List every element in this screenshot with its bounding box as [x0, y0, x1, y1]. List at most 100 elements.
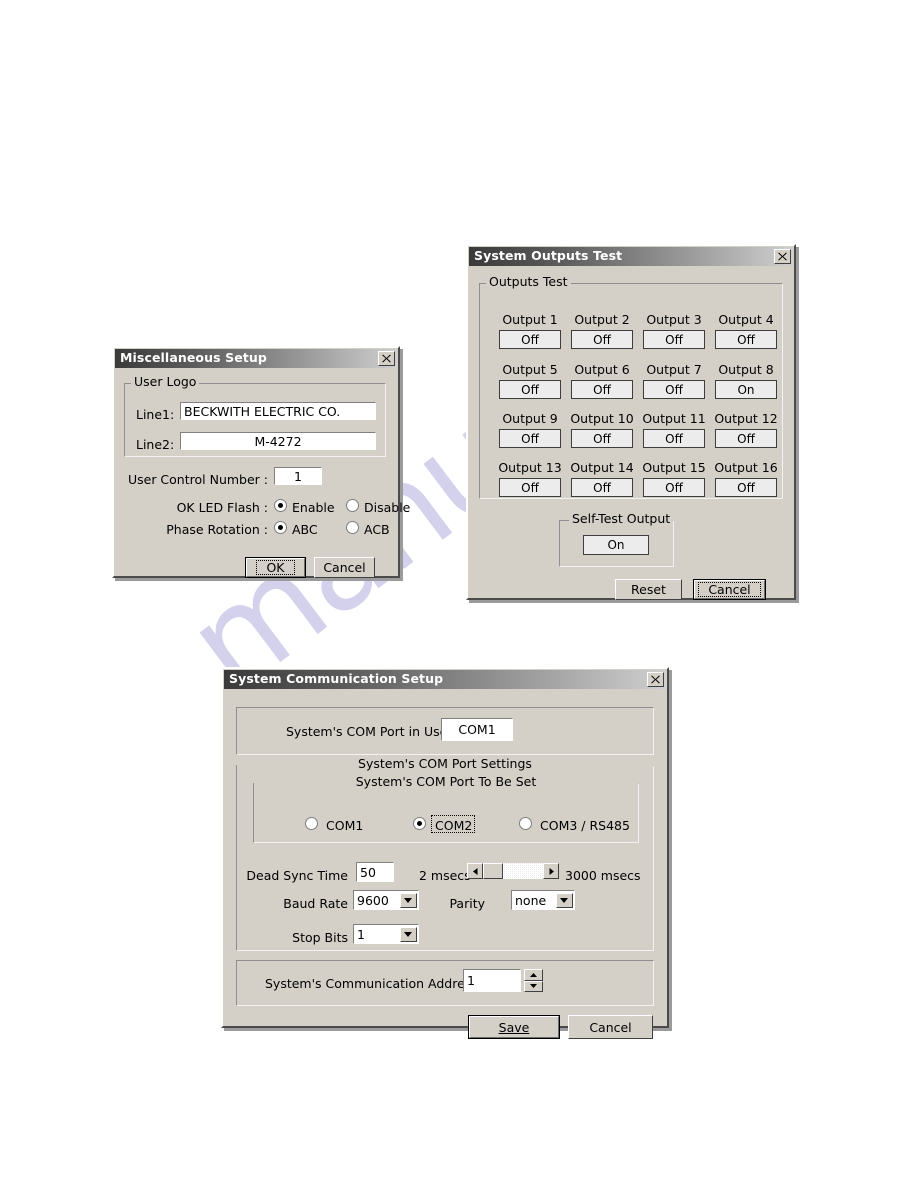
comm-address-label: System's Communication Address — [265, 976, 478, 991]
ok-led-enable-label[interactable]: Enable — [292, 501, 335, 515]
radio-com3-rs485-label[interactable]: COM3 / RS485 — [540, 819, 630, 833]
radio-com3-rs485[interactable] — [519, 817, 532, 830]
slider-right-arrow-icon[interactable] — [543, 863, 559, 879]
com-port-in-use-value: COM1 — [441, 718, 513, 741]
phase-acb-label[interactable]: ACB — [364, 523, 390, 537]
misc-cancel-button[interactable]: Cancel — [314, 557, 375, 578]
user-logo-legend: User Logo — [131, 375, 200, 389]
misc-title: Miscellaneous Setup — [120, 350, 267, 366]
comm-address-input[interactable]: 1 — [463, 969, 521, 992]
output-toggle-button[interactable]: Off — [571, 429, 633, 448]
system-outputs-test-dialog: System Outputs Test Outputs Test Output … — [466, 244, 796, 600]
output-label: Output 14 — [570, 460, 634, 475]
close-x-icon[interactable] — [378, 351, 395, 366]
radio-ok-led-disable[interactable] — [346, 499, 359, 512]
self-test-toggle-button[interactable]: On — [583, 535, 649, 555]
line2-input[interactable]: M-4272 — [180, 432, 376, 450]
output-toggle-button[interactable]: Off — [643, 429, 705, 448]
output-toggle-button[interactable]: Off — [571, 380, 633, 399]
output-toggle-button[interactable]: On — [715, 380, 777, 399]
output-toggle-button[interactable]: Off — [643, 478, 705, 497]
com-port-in-use-label: System's COM Port in Use — [286, 724, 448, 739]
radio-com2-label[interactable]: COM2 — [435, 819, 472, 833]
comm-cancel-button[interactable]: Cancel — [568, 1015, 653, 1039]
chevron-down-icon[interactable] — [555, 892, 573, 908]
radio-ok-led-enable[interactable] — [274, 499, 287, 512]
radio-phase-acb[interactable] — [346, 521, 359, 534]
output-label: Output 13 — [498, 460, 562, 475]
stop-bits-value: 1 — [357, 926, 365, 942]
radio-com1-label[interactable]: COM1 — [326, 819, 363, 833]
output-label: Output 2 — [574, 312, 630, 327]
output-label: Output 8 — [718, 362, 774, 377]
output-toggle-button[interactable]: Off — [571, 478, 633, 497]
output-label: Output 9 — [502, 411, 558, 426]
output-label: Output 7 — [646, 362, 702, 377]
self-test-legend: Self-Test Output — [569, 512, 674, 526]
close-x-icon[interactable] — [774, 249, 791, 264]
baud-rate-value: 9600 — [357, 892, 389, 908]
output-toggle-button[interactable]: Off — [499, 429, 561, 448]
misc-titlebar: Miscellaneous Setup — [115, 349, 397, 368]
output-label: Output 3 — [646, 312, 702, 327]
outputs-title: System Outputs Test — [474, 248, 623, 264]
comm-address-stepper[interactable] — [524, 969, 543, 992]
stop-bits-select[interactable]: 1 — [353, 924, 419, 944]
output-label: Output 1 — [502, 312, 558, 327]
outputs-cancel-button[interactable]: Cancel — [693, 579, 766, 600]
output-toggle-button[interactable]: Off — [499, 478, 561, 497]
radio-com2[interactable] — [413, 817, 426, 830]
ok-led-flash-label: OK LED Flash : — [176, 500, 268, 515]
output-label: Output 15 — [642, 460, 706, 475]
baud-rate-select[interactable]: 9600 — [353, 890, 419, 910]
dead-sync-max-label: 3000 msecs — [565, 868, 641, 883]
dead-sync-time-label: Dead Sync Time — [246, 868, 348, 883]
line2-label: Line2: — [136, 437, 175, 452]
baud-rate-label: Baud Rate — [283, 896, 348, 911]
dead-sync-time-input[interactable]: 50 — [356, 862, 394, 882]
output-toggle-button[interactable]: Off — [715, 478, 777, 497]
output-label: Output 12 — [714, 411, 778, 426]
phase-abc-label[interactable]: ABC — [292, 523, 318, 537]
parity-label: Parity — [449, 896, 485, 911]
output-label: Output 4 — [718, 312, 774, 327]
phase-rotation-label: Phase Rotation : — [166, 522, 268, 537]
parity-select[interactable]: none — [511, 890, 575, 910]
chevron-down-icon[interactable] — [399, 926, 417, 942]
user-control-number-input[interactable]: 1 — [274, 467, 322, 485]
ok-button[interactable]: OK — [245, 557, 306, 578]
slider-track[interactable] — [483, 863, 543, 879]
dead-sync-slider[interactable] — [467, 863, 559, 879]
user-control-number-label: User Control Number : — [127, 472, 268, 487]
outputs-titlebar: System Outputs Test — [469, 247, 793, 266]
output-toggle-button[interactable]: Off — [571, 330, 633, 349]
com-port-settings-legend: System's COM Port Settings — [237, 757, 653, 771]
slider-left-arrow-icon[interactable] — [467, 863, 483, 879]
output-toggle-button[interactable]: Off — [715, 429, 777, 448]
line1-label: Line1: — [136, 407, 175, 422]
chevron-down-icon[interactable] — [399, 892, 417, 908]
ok-led-disable-label[interactable]: Disable — [364, 501, 410, 515]
stepper-up-icon[interactable] — [524, 969, 543, 981]
output-toggle-button[interactable]: Off — [499, 330, 561, 349]
comm-titlebar: System Communication Setup — [224, 670, 666, 689]
outputs-reset-button[interactable]: Reset — [615, 579, 682, 600]
radio-phase-abc[interactable] — [274, 521, 287, 534]
outputs-test-legend: Outputs Test — [486, 275, 571, 289]
output-label: Output 16 — [714, 460, 778, 475]
stepper-down-icon[interactable] — [524, 980, 543, 992]
line1-input[interactable]: BECKWITH ELECTRIC CO. — [180, 402, 376, 420]
parity-value: none — [515, 892, 547, 908]
miscellaneous-setup-dialog: Miscellaneous Setup User Logo Line1: BEC… — [112, 346, 410, 578]
comm-save-button[interactable]: Save — [468, 1015, 560, 1039]
output-toggle-button[interactable]: Off — [715, 330, 777, 349]
output-toggle-button[interactable]: Off — [499, 380, 561, 399]
close-x-icon[interactable] — [647, 672, 664, 687]
output-toggle-button[interactable]: Off — [643, 330, 705, 349]
output-toggle-button[interactable]: Off — [643, 380, 705, 399]
comm-save-label: Save — [498, 1019, 530, 1035]
slider-thumb[interactable] — [483, 863, 503, 879]
system-communication-setup-dialog: System Communication Setup System's COM … — [221, 667, 669, 1039]
radio-com1[interactable] — [305, 817, 318, 830]
stop-bits-label: Stop Bits — [292, 930, 348, 945]
